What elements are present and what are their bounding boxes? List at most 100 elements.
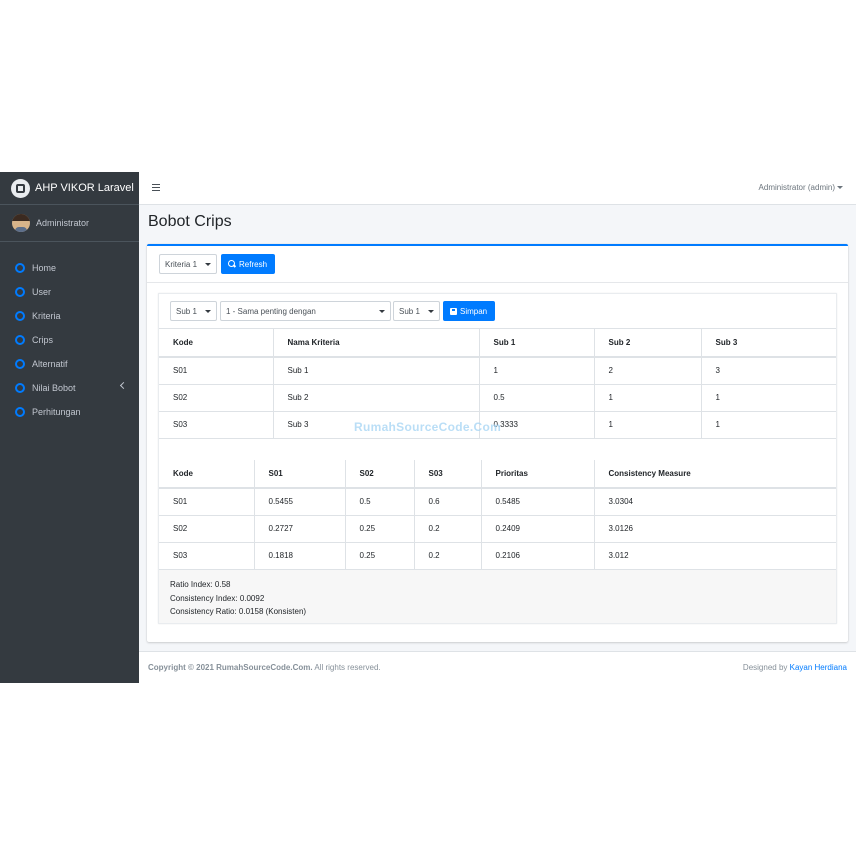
column-header: Sub 2 (594, 329, 702, 358)
circle-icon (15, 311, 25, 321)
dropdown-arrow-icon (428, 310, 434, 313)
right-sub-value: Sub 1 (399, 306, 420, 316)
user-panel[interactable]: Administrator (0, 205, 139, 242)
normalized-matrix-table: Kode S01 S02 S03 Prioritas Consistency M… (159, 460, 836, 570)
table-cell: 3.0304 (594, 488, 836, 516)
table-cell: 0.2 (414, 515, 482, 543)
circle-icon (15, 335, 25, 345)
column-header: Prioritas (481, 460, 595, 489)
sidebar-item-label: Home (32, 263, 57, 273)
save-button[interactable]: Simpan (443, 301, 495, 321)
column-header: Consistency Measure (594, 460, 836, 489)
column-header: Sub 1 (479, 329, 595, 358)
circle-icon (15, 407, 25, 417)
refresh-button[interactable]: Refresh (221, 254, 275, 274)
circle-icon (15, 383, 25, 393)
column-header: S03 (414, 460, 482, 489)
column-header: Kode (159, 329, 274, 358)
table-cell: 1 (701, 411, 836, 439)
table-cell: 0.25 (345, 515, 415, 543)
table-cell: 0.2106 (481, 542, 595, 570)
table-cell: 0.5485 (481, 488, 595, 516)
brand-text: AHP VIKOR Laravel (35, 182, 134, 194)
table-cell: 0.25 (345, 542, 415, 570)
save-button-label: Simpan (460, 306, 488, 316)
consistency-summary: Ratio Index: 0.58 Consistency Index: 0.0… (159, 569, 836, 623)
column-header: S02 (345, 460, 415, 489)
app-logo-icon (11, 178, 30, 198)
sidebar-item-home[interactable]: Home (0, 256, 139, 280)
table-cell: S02 (159, 384, 274, 412)
consistency-index-text: Consistency Index: 0.0092 (170, 593, 265, 603)
sidebar-item-alternatif[interactable]: Alternatif (0, 352, 139, 376)
card-header: Kriteria 1 Refresh (147, 246, 848, 283)
sidebar-item-label: Perhitungan (32, 407, 81, 417)
right-sub-select[interactable]: Sub 1 (393, 301, 440, 321)
sidebar-item-label: Kriteria (32, 311, 61, 321)
left-sub-select[interactable]: Sub 1 (170, 301, 217, 321)
designed-prefix: Designed by (742, 663, 790, 672)
sidebar-item-kriteria[interactable]: Kriteria (0, 304, 139, 328)
table-cell: S02 (159, 515, 255, 543)
table-cell: S03 (159, 411, 274, 439)
table-row: S01 Sub 1 1 2 3 (159, 357, 836, 385)
column-header: Sub 3 (701, 329, 836, 358)
copyright-bold: Copyright © 2021 RumahSourceCode.Com. (148, 663, 313, 672)
save-icon (450, 307, 457, 315)
menu-toggle-icon[interactable] (152, 184, 160, 191)
table-cell: S01 (159, 488, 255, 516)
table-cell: 0.2 (414, 542, 482, 570)
column-header: Kode (159, 460, 255, 489)
page-footer: Copyright © 2021 RumahSourceCode.Com. Al… (139, 651, 856, 683)
admin-label: Administrator (admin) (758, 183, 835, 192)
avatar (12, 214, 30, 232)
kriteria-select[interactable]: Kriteria 1 (159, 254, 217, 274)
column-header: Nama Kriteria (273, 329, 480, 358)
dropdown-arrow-icon (205, 310, 211, 313)
caret-down-icon (837, 186, 843, 189)
top-navbar: Administrator (admin) (139, 172, 856, 205)
dropdown-arrow-icon (205, 263, 211, 266)
sidebar-nav: Home User Kriteria Crips Alternatif Nila… (0, 242, 139, 424)
left-sub-value: Sub 1 (176, 306, 197, 316)
comparison-panel: Sub 1 1 - Sama penting dengan Sub 1 Simp… (158, 293, 837, 624)
sidebar-item-user[interactable]: User (0, 280, 139, 304)
circle-icon (15, 263, 25, 273)
sidebar-item-label: Alternatif (32, 359, 68, 369)
admin-dropdown[interactable]: Administrator (admin) (759, 183, 843, 192)
sidebar-item-perhitungan[interactable]: Perhitungan (0, 400, 139, 424)
chevron-left-icon (119, 381, 128, 390)
table-cell: 1 (594, 384, 702, 412)
table-row: S02 Sub 2 0.5 1 1 (159, 384, 836, 412)
table-row: S02 0.2727 0.25 0.2 0.2409 3.0126 (159, 515, 836, 543)
table-cell: 1 (479, 357, 595, 385)
designer-link[interactable]: Kayan Herdiana (790, 663, 847, 672)
copyright-text: Copyright © 2021 RumahSourceCode.Com. Al… (148, 663, 381, 672)
sidebar-item-nilai-bobot[interactable]: Nilai Bobot (0, 376, 139, 400)
table-header-row: Kode Nama Kriteria Sub 1 Sub 2 Sub 3 (159, 329, 836, 358)
circle-icon (15, 287, 25, 297)
search-icon (228, 260, 236, 268)
dropdown-arrow-icon (379, 310, 385, 313)
main-card: Kriteria 1 Refresh Sub 1 1 - Sama pentin… (147, 244, 848, 642)
comparison-form: Sub 1 1 - Sama penting dengan Sub 1 Simp… (159, 294, 836, 329)
user-name: Administrator (36, 218, 90, 228)
sidebar-item-label: Crips (32, 335, 54, 345)
table-cell: 3.012 (594, 542, 836, 570)
scale-select[interactable]: 1 - Sama penting dengan (220, 301, 391, 321)
column-header: S01 (254, 460, 346, 489)
table-cell: S01 (159, 357, 274, 385)
sidebar-item-crips[interactable]: Crips (0, 328, 139, 352)
kriteria-select-value: Kriteria 1 (165, 259, 198, 269)
watermark: RumahSourceCode.Com (354, 420, 502, 434)
table-header-row: Kode S01 S02 S03 Prioritas Consistency M… (159, 460, 836, 489)
ratio-index-text: Ratio Index: 0.58 (170, 580, 231, 589)
table-cell: 3 (701, 357, 836, 385)
table-cell: 0.6 (414, 488, 482, 516)
designed-by: Designed by Kayan Herdiana (743, 663, 847, 672)
table-cell: 0.2727 (254, 515, 346, 543)
brand[interactable]: AHP VIKOR Laravel (0, 172, 139, 205)
table-cell: 0.5 (345, 488, 415, 516)
refresh-button-label: Refresh (239, 259, 268, 269)
table-cell: 1 (701, 384, 836, 412)
